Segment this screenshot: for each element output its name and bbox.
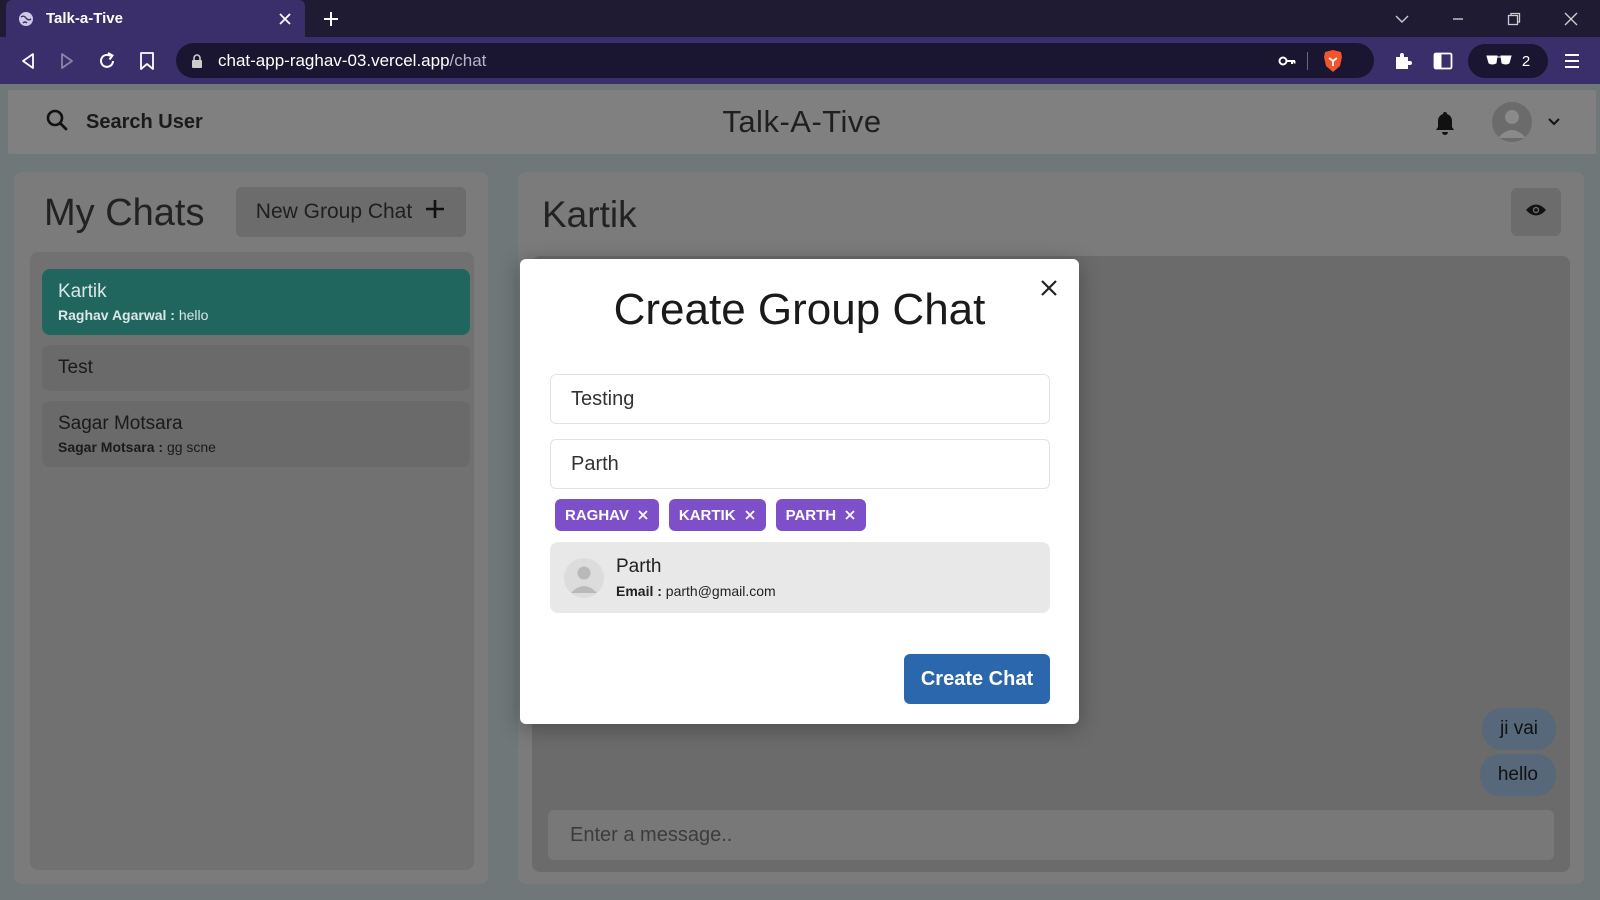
message-bubble: hello bbox=[1479, 754, 1556, 796]
restore-icon[interactable] bbox=[1503, 8, 1525, 30]
chat-list-item-kartik[interactable]: Kartik Raghav Agarwal : hello bbox=[42, 269, 470, 335]
user-badge-label: KARTIK bbox=[678, 506, 736, 524]
menu-icon[interactable] bbox=[1560, 49, 1584, 73]
latest-sender: Sagar Motsara : bbox=[58, 439, 164, 455]
modal-title: Create Group Chat bbox=[613, 285, 986, 334]
new-tab-button[interactable] bbox=[320, 8, 342, 30]
brave-shield-icon[interactable] bbox=[1322, 49, 1344, 73]
globe-icon bbox=[18, 11, 34, 27]
create-chat-button[interactable]: Create Chat bbox=[904, 654, 1050, 704]
user-badge-kartik: KARTIK bbox=[668, 499, 766, 531]
plus-icon bbox=[424, 198, 446, 226]
extensions-puzzle-icon[interactable] bbox=[1391, 49, 1415, 73]
add-users-input[interactable] bbox=[550, 439, 1050, 489]
new-group-chat-button[interactable]: New Group Chat bbox=[236, 187, 466, 237]
chat-list: Kartik Raghav Agarwal : hello Test Sagar… bbox=[30, 252, 474, 870]
close-icon[interactable] bbox=[1038, 277, 1060, 299]
user-badge-label: RAGHAV bbox=[565, 506, 629, 524]
browser-tab-bar: Talk-a-Tive bbox=[0, 0, 1600, 37]
my-chats-title: My Chats bbox=[44, 192, 205, 234]
latest-text: gg scne bbox=[166, 439, 216, 455]
sidebar-toggle-icon[interactable] bbox=[1431, 49, 1455, 73]
bookmark-icon[interactable] bbox=[135, 49, 159, 73]
chat-item-latest-message: Sagar Motsara : gg scne bbox=[58, 439, 454, 455]
user-badge-parth: PARTH bbox=[775, 499, 867, 531]
avatar bbox=[1492, 102, 1532, 142]
chat-header-name: Kartik bbox=[542, 194, 637, 235]
remove-user-icon[interactable] bbox=[844, 509, 856, 521]
url-path: /chat bbox=[449, 50, 487, 70]
message-bubble: ji vai bbox=[1481, 708, 1556, 750]
email-label: Email : bbox=[616, 583, 662, 599]
close-icon[interactable] bbox=[277, 11, 293, 27]
key-icon[interactable] bbox=[1278, 52, 1296, 70]
latest-sender: Raghav Agarwal : bbox=[58, 307, 175, 323]
user-badge-raghav: RAGHAV bbox=[555, 499, 659, 531]
browser-tab[interactable]: Talk-a-Tive bbox=[6, 0, 305, 37]
user-result-info: Parth Email : parth@gmail.com bbox=[616, 556, 776, 599]
my-chats-panel: My Chats New Group Chat Kartik Raghav Ag… bbox=[14, 172, 488, 884]
create-group-chat-modal: Create Group Chat RAGHAV KARTIK PARTH Pa… bbox=[520, 259, 1079, 724]
view-profile-button[interactable] bbox=[1511, 188, 1561, 236]
reload-icon[interactable] bbox=[95, 49, 119, 73]
chat-name-input[interactable] bbox=[550, 374, 1050, 424]
vpn-count: 2 bbox=[1521, 52, 1531, 70]
chat-item-name: Test bbox=[58, 357, 93, 378]
app-header: Search User Talk-A-Tive bbox=[8, 90, 1596, 154]
browser-toolbar: chat-app-raghav-03.vercel.app/chat 2 bbox=[0, 37, 1600, 84]
vpn-button[interactable]: 2 bbox=[1468, 44, 1548, 78]
divider bbox=[1307, 52, 1308, 70]
chevron-down-icon[interactable] bbox=[1391, 8, 1413, 30]
chat-item-latest-message: Raghav Agarwal : hello bbox=[58, 307, 454, 323]
new-group-chat-label: New Group Chat bbox=[255, 200, 413, 223]
url-host: chat-app-raghav-03.vercel.app bbox=[218, 50, 450, 70]
remove-user-icon[interactable] bbox=[744, 509, 756, 521]
avatar bbox=[564, 557, 604, 598]
selected-users: RAGHAV KARTIK PARTH bbox=[555, 499, 867, 531]
bell-icon[interactable] bbox=[1432, 110, 1458, 136]
chat-list-item-test[interactable]: Test bbox=[42, 345, 470, 391]
message-input[interactable]: Enter a message.. bbox=[548, 810, 1554, 860]
user-result-email: Email : parth@gmail.com bbox=[616, 583, 776, 599]
lock-icon bbox=[190, 53, 204, 68]
chat-list-item-sagar-motsara[interactable]: Sagar Motsara Sagar Motsara : gg scne bbox=[42, 401, 470, 467]
user-result-name: Parth bbox=[616, 556, 662, 577]
back-icon[interactable] bbox=[16, 49, 40, 73]
address-bar[interactable]: chat-app-raghav-03.vercel.app/chat bbox=[176, 43, 1374, 78]
email-value: parth@gmail.com bbox=[665, 583, 776, 599]
window-close-icon[interactable] bbox=[1560, 8, 1582, 30]
eye-icon bbox=[1525, 203, 1547, 222]
remove-user-icon[interactable] bbox=[637, 509, 649, 521]
chat-item-name: Sagar Motsara bbox=[58, 413, 183, 434]
chat-item-name: Kartik bbox=[58, 281, 107, 302]
glasses-icon bbox=[1486, 53, 1512, 70]
user-search-result[interactable]: Parth Email : parth@gmail.com bbox=[550, 542, 1050, 613]
latest-text: hello bbox=[178, 307, 209, 323]
chevron-down-icon bbox=[1548, 113, 1560, 131]
minimize-icon[interactable] bbox=[1447, 8, 1469, 30]
tab-title: Talk-a-Tive bbox=[46, 10, 123, 27]
forward-icon[interactable] bbox=[55, 49, 79, 73]
user-badge-label: PARTH bbox=[785, 506, 837, 524]
app-title: Talk-A-Tive bbox=[722, 104, 882, 139]
profile-menu-button[interactable] bbox=[1492, 102, 1560, 142]
